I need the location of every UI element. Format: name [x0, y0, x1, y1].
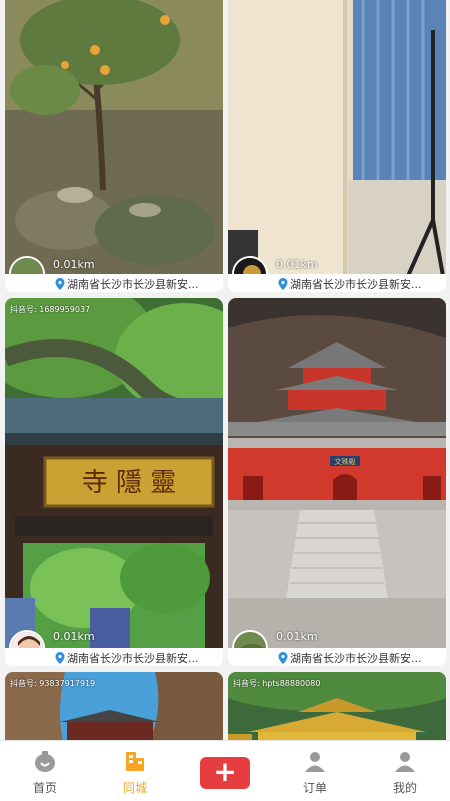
video-card[interactable]: 抖音号: hpts88880080: [228, 672, 446, 740]
plus-icon: +: [213, 755, 237, 788]
watermark-text: 抖音号: hpts88880080: [233, 679, 321, 688]
location-pin-icon: [278, 278, 288, 290]
watermark-text: 抖音号: 93837917919: [10, 679, 96, 688]
tab-label: 订单: [302, 781, 327, 795]
temple-tablet-text: 文殊殿: [335, 457, 356, 466]
tab-publish[interactable]: +: [180, 741, 270, 801]
tab-city[interactable]: 同城: [90, 741, 180, 801]
temple-sign-text: 寺 隱 靈: [82, 468, 177, 498]
tab-label: 首页: [32, 781, 57, 795]
orders-icon: [305, 752, 325, 772]
city-icon: [126, 752, 144, 771]
video-thumbnail[interactable]: [5, 0, 223, 276]
profile-icon: [395, 752, 415, 772]
tab-label: 同城: [122, 781, 147, 795]
video-card[interactable]: 0.01km 湖南省长沙市长沙县新安...: [5, 0, 223, 292]
video-card[interactable]: 0.01km 湖南省长沙市长沙县新安...: [228, 0, 446, 292]
location-row: 湖南省长沙市长沙县新安...: [5, 648, 223, 666]
location-pin-icon: [278, 652, 288, 664]
tab-home[interactable]: 首页: [0, 741, 90, 801]
video-card[interactable]: 抖音号: 93837917919: [5, 672, 223, 740]
location-row: 湖南省长沙市长沙县新安...: [228, 648, 446, 666]
location-row: 湖南省长沙市长沙县新安...: [5, 274, 223, 292]
location-text: 湖南省长沙市长沙县新安...: [290, 652, 422, 665]
video-thumbnail[interactable]: 文殊殿: [228, 298, 446, 650]
tab-profile[interactable]: 我的: [360, 741, 450, 801]
red-temple-image: 文殊殿: [228, 298, 446, 650]
publish-button[interactable]: +: [200, 757, 250, 789]
tab-orders[interactable]: 订单: [270, 741, 360, 801]
bottom-tab-bar: 首页 同城 + 订单 我的: [0, 740, 450, 801]
room-scene-image: [228, 0, 446, 276]
video-card[interactable]: 文殊殿 0.01km 湖南省长沙市长沙县新安...: [228, 298, 446, 666]
video-thumbnail[interactable]: 寺 隱 靈: [5, 298, 223, 650]
distance-label: 0.01km: [276, 258, 318, 271]
temple-gate-image: 寺 隱 靈: [5, 298, 223, 650]
home-icon: [35, 751, 55, 772]
distance-label: 0.01km: [276, 630, 318, 643]
distance-label: 0.01km: [53, 258, 95, 271]
tree-scene-image: [5, 0, 223, 276]
location-pin-icon: [55, 278, 65, 290]
distance-label: 0.01km: [53, 630, 95, 643]
video-feed: 0.01km 湖南省长沙市长沙县新安... 0.01km 湖南省长沙市长沙县新安…: [0, 0, 450, 740]
video-card[interactable]: 寺 隱 靈 抖音号: 1689959037 0.01km 湖南省长沙市长沙县新安…: [5, 298, 223, 666]
location-text: 湖南省长沙市长沙县新安...: [67, 652, 199, 665]
location-row: 湖南省长沙市长沙县新安...: [228, 274, 446, 292]
video-thumbnail[interactable]: [228, 0, 446, 276]
location-pin-icon: [55, 652, 65, 664]
watermark-text: 抖音号: 1689959037: [10, 305, 91, 314]
tab-label: 我的: [392, 781, 417, 795]
location-text: 湖南省长沙市长沙县新安...: [290, 278, 422, 291]
location-text: 湖南省长沙市长沙县新安...: [67, 278, 199, 291]
